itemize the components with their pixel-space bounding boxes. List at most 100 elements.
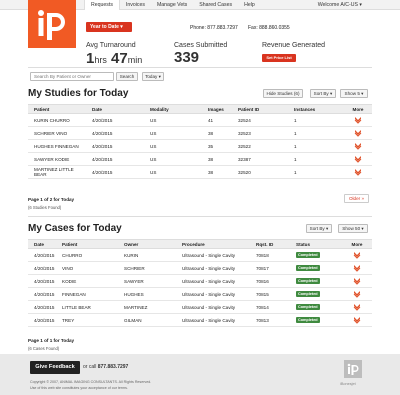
more-arrow-icon[interactable]	[353, 303, 361, 311]
col-more: More	[344, 104, 372, 114]
more-arrow-icon[interactable]	[354, 142, 362, 150]
cell-status: Completed	[290, 248, 342, 262]
cell-instances: 1	[288, 165, 344, 179]
older-button[interactable]: Older »	[344, 194, 369, 203]
user-menu[interactable]: Welcome A/C-US ▾	[318, 0, 362, 10]
divider	[28, 216, 372, 217]
cell-date: 4/20/2015	[86, 113, 144, 127]
studies-found-count: (6 Studies Found)	[28, 205, 62, 210]
col-owner[interactable]: Owner	[118, 239, 176, 249]
logo-mark-icon	[38, 10, 65, 40]
more-arrow-icon[interactable]	[353, 277, 361, 285]
table-row[interactable]: 4/20/2015 LITTLE BEAR MARTINEZ Ultrasoun…	[28, 300, 372, 314]
col-date[interactable]: Date	[86, 104, 144, 114]
more-cell	[342, 274, 372, 288]
cell-request-id: 70815	[250, 287, 290, 301]
avg-minutes-number: 47	[111, 50, 128, 67]
more-arrow-icon[interactable]	[354, 168, 362, 176]
cell-status: Completed	[290, 287, 342, 301]
cell-owner: KURIN	[118, 248, 176, 262]
col-procedure[interactable]: Procedure	[176, 239, 250, 249]
cell-status: Completed	[290, 300, 342, 314]
more-cell	[342, 300, 372, 314]
cell-patient: KURIN CHURRO	[28, 113, 86, 127]
cases-show-dropdown[interactable]: Show 50 ▾	[338, 224, 368, 233]
table-row[interactable]: 4/20/2015 TREY GILMAN Ultrasound - Singl…	[28, 313, 372, 327]
col-more: More	[342, 239, 372, 249]
terms-text: Use of this web site constitutes your ac…	[30, 386, 128, 390]
more-cell	[342, 261, 372, 275]
search-input[interactable]	[30, 72, 114, 81]
more-cell	[342, 287, 372, 301]
more-arrow-icon[interactable]	[353, 251, 361, 259]
cell-modality: US	[144, 113, 202, 127]
more-arrow-icon[interactable]	[353, 290, 361, 298]
cell-status: Completed	[290, 313, 342, 327]
table-row[interactable]: 4/20/2015 KODIE SAWYER Ultrasound - Sing…	[28, 274, 372, 288]
cell-date: 4/20/2015	[28, 248, 56, 262]
nav-manage-vets[interactable]: Manage Vets	[151, 0, 193, 10]
col-instances[interactable]: Instances	[288, 104, 344, 114]
table-row[interactable]: SAWYER KODIE 4/20/2015 US 38 32387 1	[28, 152, 372, 166]
more-arrow-icon[interactable]	[354, 116, 362, 124]
more-cell	[344, 113, 372, 127]
more-arrow-icon[interactable]	[354, 129, 362, 137]
cell-patient: VINO	[56, 261, 118, 275]
cell-patient: SAWYER KODIE	[28, 152, 86, 166]
cell-patient: MARTINEZ LITTLE BEAR	[28, 165, 86, 179]
date-filter-dropdown[interactable]: Today ▾	[142, 72, 164, 81]
table-row[interactable]: HUGHES FINNEGAN 4/20/2015 US 35 32522 1	[28, 139, 372, 153]
cases-sort-dropdown[interactable]: Sort By ▾	[306, 224, 332, 233]
nav-help[interactable]: Help	[238, 0, 261, 10]
col-images[interactable]: Images	[202, 104, 232, 114]
phone-number: Phone: 877.883.7297	[190, 25, 238, 31]
col-status[interactable]: Status	[290, 239, 342, 249]
date-range-dropdown[interactable]: Year to Date ▾	[86, 22, 132, 32]
avg-turnaround-label: Avg Turnaround	[86, 42, 136, 49]
col-patient[interactable]: Patient	[56, 239, 118, 249]
set-price-list-button[interactable]: Set Price List	[262, 54, 296, 62]
cell-date: 4/20/2015	[86, 165, 144, 179]
more-arrow-icon[interactable]	[353, 316, 361, 324]
studies-show-dropdown[interactable]: Show 5 ▾	[340, 89, 368, 98]
more-arrow-icon[interactable]	[354, 155, 362, 163]
col-patient-id[interactable]: Patient ID	[232, 104, 288, 114]
cell-date: 4/20/2015	[28, 300, 56, 314]
col-request-id[interactable]: Rqst. ID	[250, 239, 290, 249]
fax-number: Fax: 888.860.0355	[248, 25, 290, 31]
table-row[interactable]: KURIN CHURRO 4/20/2015 US 41 32524 1	[28, 113, 372, 127]
cell-instances: 1	[288, 152, 344, 166]
table-row[interactable]: 4/20/2015 FINNEGAN HUGHES Ultrasound - S…	[28, 287, 372, 301]
cell-patient: KODIE	[56, 274, 118, 288]
col-modality[interactable]: Modality	[144, 104, 202, 114]
cell-patient-id: 32520	[232, 165, 288, 179]
more-arrow-icon[interactable]	[353, 264, 361, 272]
col-date[interactable]: Date	[28, 239, 56, 249]
table-row[interactable]: SCHRIER VINO 4/20/2015 US 38 32523 1	[28, 126, 372, 140]
main-nav: Requests Invoices Manage Vets Shared Cas…	[84, 0, 261, 10]
call-prefix: or call	[83, 364, 97, 370]
search-button[interactable]: Search	[116, 72, 138, 81]
avg-turnaround-value: 1hrs 47min	[86, 50, 142, 67]
hide-studies-button[interactable]: Hide Studies (6)	[263, 89, 303, 98]
studies-sort-dropdown[interactable]: Sort By ▾	[310, 89, 336, 98]
cases-header-row: Date Patient Owner Procedure Rqst. ID St…	[28, 239, 372, 249]
cases-submitted-value: 339	[174, 49, 200, 66]
col-patient[interactable]: Patient	[28, 104, 86, 114]
more-cell	[344, 152, 372, 166]
table-row[interactable]: 4/20/2015 VINO SCHRIER Ultrasound - Sing…	[28, 261, 372, 275]
table-row[interactable]: MARTINEZ LITTLE BEAR 4/20/2015 US 38 325…	[28, 165, 372, 179]
nav-invoices[interactable]: Invoices	[120, 0, 151, 10]
table-row[interactable]: 4/20/2015 CHURRO KURIN Ultrasound - Sing…	[28, 248, 372, 262]
studies-title: My Studies for Today	[28, 88, 129, 99]
nav-requests[interactable]: Requests	[84, 0, 120, 10]
cell-patient: SCHRIER VINO	[28, 126, 86, 140]
status-badge: Completed	[296, 291, 320, 297]
cell-modality: US	[144, 139, 202, 153]
give-feedback-button[interactable]: Give Feedback	[30, 361, 80, 374]
cell-images: 35	[202, 139, 232, 153]
more-cell	[342, 248, 372, 262]
cell-date: 4/20/2015	[28, 274, 56, 288]
nav-shared-cases[interactable]: Shared Cases	[193, 0, 238, 10]
cell-patient-id: 32523	[232, 126, 288, 140]
